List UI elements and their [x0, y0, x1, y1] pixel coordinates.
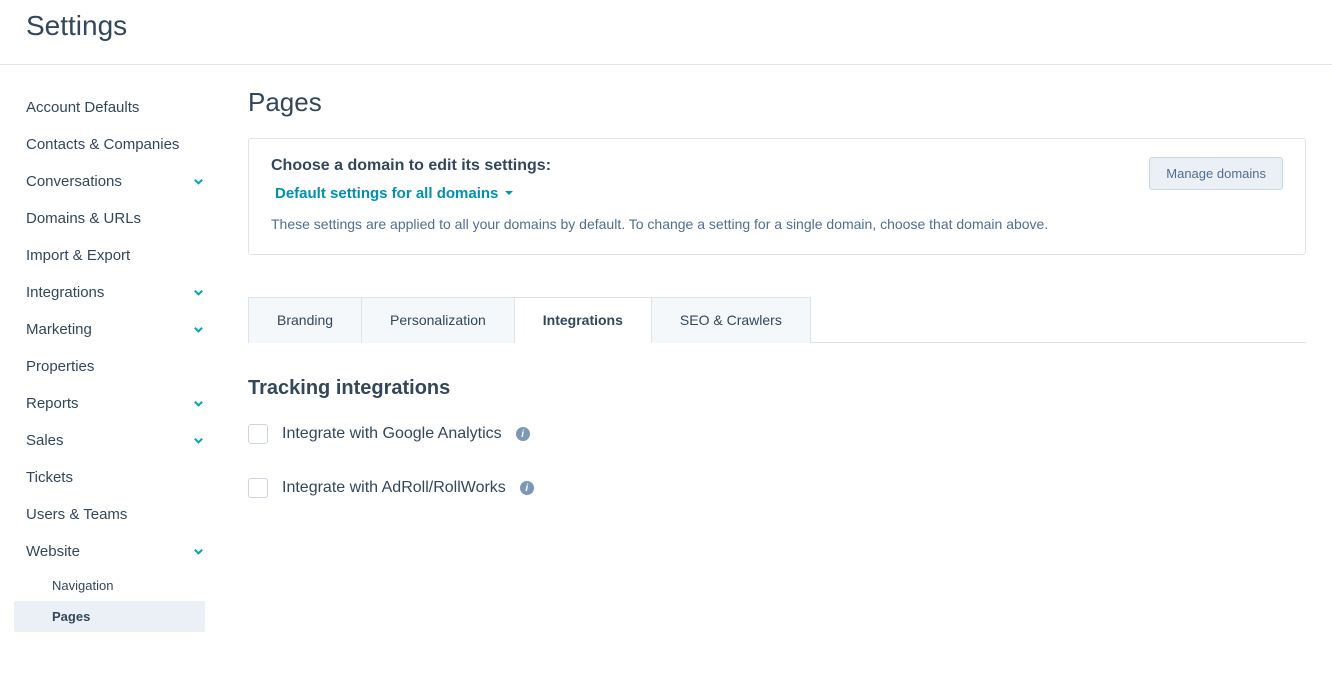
sidebar-item-label: Website	[26, 543, 80, 560]
tab-seo-crawlers[interactable]: SEO & Crawlers	[652, 297, 811, 343]
sidebar-subitem-pages[interactable]: Pages	[14, 601, 205, 632]
domain-panel-description: These settings are applied to all your d…	[271, 216, 1133, 232]
sidebar-item-tickets[interactable]: Tickets	[0, 459, 218, 496]
page-header: Settings	[0, 0, 1332, 65]
sidebar-item-label: Account Defaults	[26, 99, 139, 116]
domain-panel-heading: Choose a domain to edit its settings:	[271, 157, 1133, 175]
domain-panel: Choose a domain to edit its settings: De…	[248, 138, 1306, 255]
chevron-down-icon	[190, 285, 206, 301]
sidebar-item-reports[interactable]: Reports	[0, 385, 218, 422]
sidebar-item-label: Properties	[26, 358, 94, 375]
sidebar-item-contacts-companies[interactable]: Contacts & Companies	[0, 126, 218, 163]
sidebar-item-domains-urls[interactable]: Domains & URLs	[0, 200, 218, 237]
sidebar-item-label: Reports	[26, 395, 79, 412]
sidebar-item-label: Integrations	[26, 284, 104, 301]
sidebar-item-label: Users & Teams	[26, 506, 127, 523]
chevron-down-icon	[190, 544, 206, 560]
option-label: Integrate with AdRoll/RollWorks	[282, 479, 506, 497]
option-label: Integrate with Google Analytics	[282, 425, 502, 443]
sidebar-item-marketing[interactable]: Marketing	[0, 311, 218, 348]
info-icon[interactable]: i	[520, 481, 534, 495]
domain-selector-label: Default settings for all domains	[275, 185, 498, 202]
caret-down-icon	[504, 185, 514, 202]
sidebar-item-label: Conversations	[26, 173, 122, 190]
tab-branding[interactable]: Branding	[248, 297, 362, 343]
tabs: BrandingPersonalizationIntegrationsSEO &…	[248, 297, 1306, 343]
main-title: Pages	[248, 87, 1306, 118]
sidebar-item-label: Domains & URLs	[26, 210, 141, 227]
sidebar-item-website[interactable]: Website	[0, 533, 218, 570]
sidebar-item-properties[interactable]: Properties	[0, 348, 218, 385]
sidebar-item-import-export[interactable]: Import & Export	[0, 237, 218, 274]
chevron-down-icon	[190, 396, 206, 412]
manage-domains-button[interactable]: Manage domains	[1149, 157, 1283, 190]
sidebar-item-account-defaults[interactable]: Account Defaults	[0, 89, 218, 126]
chevron-down-icon	[190, 433, 206, 449]
layout: Account Defaults Contacts & Companies Conv…	[0, 65, 1332, 656]
sidebar-item-label: Tickets	[26, 469, 73, 486]
option-row-integrate-with-adroll-rollworks: Integrate with AdRoll/RollWorks i	[248, 478, 1306, 498]
option-row-integrate-with-google-analytics: Integrate with Google Analytics i	[248, 424, 1306, 444]
sidebar-item-users-teams[interactable]: Users & Teams	[0, 496, 218, 533]
tab-integrations[interactable]: Integrations	[515, 297, 652, 343]
page-title: Settings	[26, 10, 1306, 42]
domain-panel-left: Choose a domain to edit its settings: De…	[271, 157, 1133, 232]
tracking-options: Integrate with Google AnalyticsiIntegrat…	[248, 424, 1306, 498]
section-heading: Tracking integrations	[248, 377, 1306, 400]
sidebar-item-integrations[interactable]: Integrations	[0, 274, 218, 311]
sidebar: Account Defaults Contacts & Companies Conv…	[0, 65, 218, 656]
main-content: Pages Choose a domain to edit its settin…	[218, 65, 1332, 656]
domain-selector[interactable]: Default settings for all domains	[271, 185, 514, 202]
checkbox-integrate-with-google-analytics[interactable]	[248, 424, 268, 444]
sidebar-item-label: Import & Export	[26, 247, 130, 264]
sidebar-item-label: Marketing	[26, 321, 92, 338]
sidebar-item-label: Contacts & Companies	[26, 136, 179, 153]
sidebar-item-conversations[interactable]: Conversations	[0, 163, 218, 200]
chevron-down-icon	[190, 174, 206, 190]
tab-personalization[interactable]: Personalization	[362, 297, 515, 343]
sidebar-item-sales[interactable]: Sales	[0, 422, 218, 459]
sidebar-item-label: Sales	[26, 432, 64, 449]
checkbox-integrate-with-adroll-rollworks[interactable]	[248, 478, 268, 498]
sidebar-subitem-navigation[interactable]: Navigation	[14, 570, 205, 601]
info-icon[interactable]: i	[516, 427, 530, 441]
chevron-down-icon	[190, 322, 206, 338]
